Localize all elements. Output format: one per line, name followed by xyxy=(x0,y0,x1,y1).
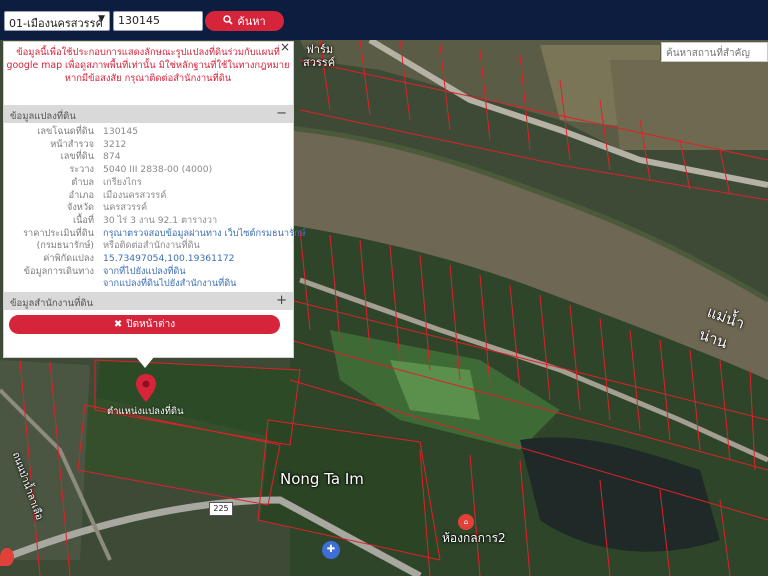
land-section-header[interactable]: ข้อมูลแปลงที่ดิน − xyxy=(4,105,293,123)
pin-label: ตำแหน่งแปลงที่ดิน xyxy=(107,406,184,417)
search-button[interactable]: ค้นหา xyxy=(205,11,284,31)
search-icon xyxy=(223,14,233,28)
land-info-value[interactable]: จากแปลงที่ดินไปยังสำนักงานที่ดิน xyxy=(103,277,236,291)
chevron-down-icon: ▼ xyxy=(98,14,105,24)
map-poi-icon-3[interactable] xyxy=(0,548,14,566)
close-window-label: ปิดหน้าต่าง xyxy=(126,319,176,330)
top-search-bar: 01-เมืองนครสวรรค์ ▼ 130145 ค้นหา xyxy=(0,0,768,40)
collapse-icon[interactable]: − xyxy=(276,106,287,121)
close-window-button[interactable]: ✖ ปิดหน้าต่าง xyxy=(9,315,280,334)
place-label-2: สวรรค์ xyxy=(303,56,336,69)
area-label: Nong Ta Im xyxy=(280,470,364,488)
poi-label: ห้องกลการ2 xyxy=(442,531,506,545)
deed-number-input[interactable]: 130145 xyxy=(113,11,203,31)
map-poi-icon[interactable]: ✚ xyxy=(322,541,340,559)
land-section-title: ข้อมูลแปลงที่ดิน xyxy=(10,111,76,122)
office-section-header[interactable]: ข้อมูลสำนักงานที่ดิน + xyxy=(4,292,293,310)
place-search-input[interactable]: ค้นหาสถานที่สำคัญ xyxy=(661,42,768,62)
panel-pointer xyxy=(136,357,154,368)
route-shield: 225 xyxy=(209,502,233,516)
search-button-label: ค้นหา xyxy=(237,15,266,28)
map-poi-icon-2[interactable]: ⌂ xyxy=(458,514,474,530)
close-icon: ✖ xyxy=(113,319,123,330)
province-select-value: 01-เมืองนครสวรรค์ xyxy=(9,17,103,30)
expand-icon[interactable]: + xyxy=(276,293,287,308)
location-pin-icon[interactable] xyxy=(136,374,156,402)
province-select[interactable]: 01-เมืองนครสวรรค์ ▼ xyxy=(4,11,110,31)
land-info-row: จากแปลงที่ดินไปยังสำนักงานที่ดิน xyxy=(4,277,294,291)
disclaimer-text: ข้อมูลนี้เพื่อใช้ประกอบการแสดงลักษณะรูปแ… xyxy=(6,47,290,84)
office-section-title: ข้อมูลสำนักงานที่ดิน xyxy=(10,298,94,309)
parcel-info-panel: × ข้อมูลนี้เพื่อใช้ประกอบการแสดงลักษณะรู… xyxy=(3,40,306,358)
